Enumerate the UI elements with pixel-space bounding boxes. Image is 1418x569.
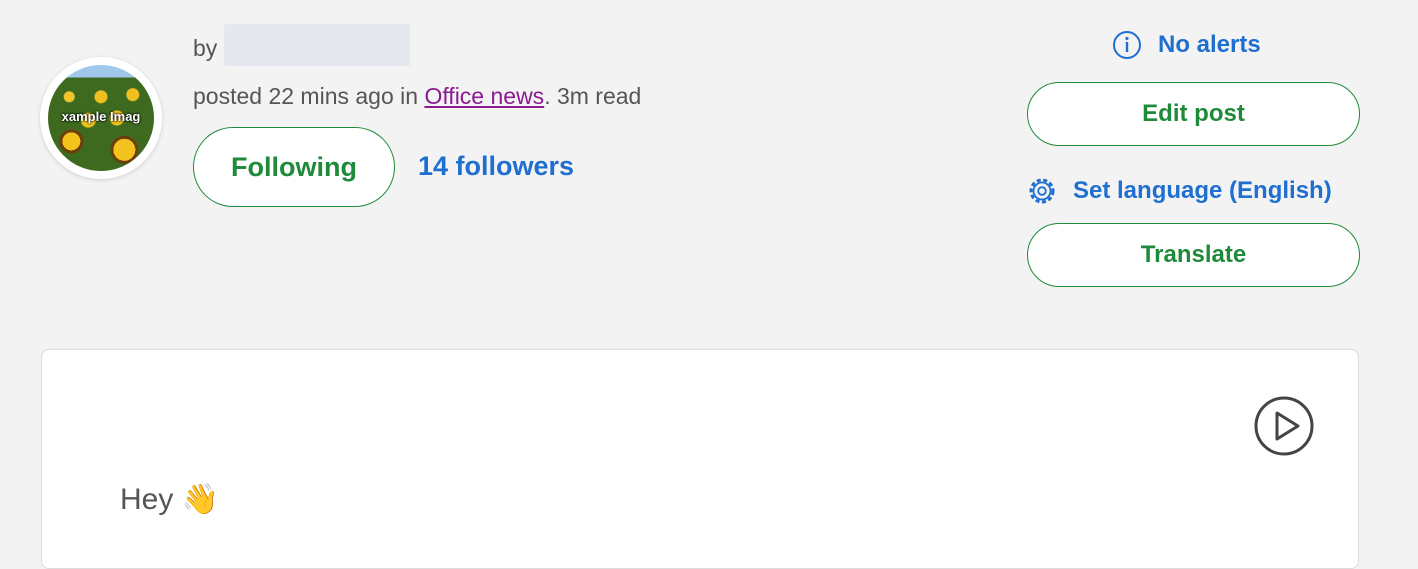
followers-link[interactable]: 14 followers — [418, 151, 574, 182]
info-icon — [1113, 31, 1141, 59]
avatar-overlay-text: xample Imag — [61, 109, 141, 124]
post-greeting: Hey 👋 — [120, 483, 220, 516]
edit-post-button[interactable]: Edit post — [1027, 82, 1360, 146]
posted-time: posted 22 mins ago in — [193, 83, 425, 109]
language-label: Set language (English) — [1073, 177, 1332, 204]
redacted-author-name — [224, 24, 410, 66]
post-meta: posted 22 mins ago in Office news. 3m re… — [193, 83, 641, 110]
play-icon[interactable] — [1253, 395, 1315, 457]
author-avatar[interactable]: xample Imag — [40, 57, 162, 179]
author-by-label: by — [193, 35, 218, 61]
post-content-card: Hey 👋 — [41, 349, 1359, 569]
alerts-link[interactable]: No alerts — [1112, 30, 1261, 60]
alerts-label: No alerts — [1158, 31, 1261, 58]
read-time: . 3m read — [544, 83, 642, 109]
category-link[interactable]: Office news — [424, 83, 544, 109]
gear-icon — [1029, 178, 1055, 204]
set-language-link[interactable]: Set language (English) — [1027, 176, 1332, 206]
following-button[interactable]: Following — [193, 127, 395, 207]
translate-button[interactable]: Translate — [1027, 223, 1360, 287]
